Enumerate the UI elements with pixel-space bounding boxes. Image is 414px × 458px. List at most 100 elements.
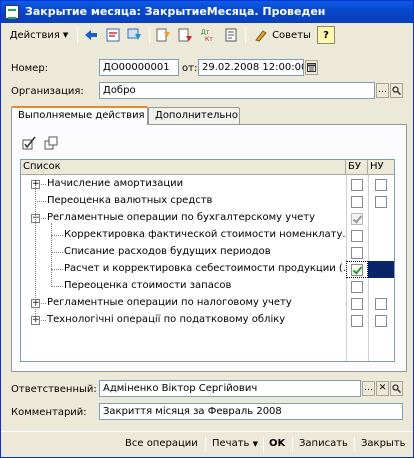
unpost-document-icon bbox=[178, 28, 192, 42]
bu-checkbox bbox=[351, 213, 363, 225]
tree-row-label: Регламентные операции по налоговому учет… bbox=[47, 297, 292, 308]
close-button[interactable]: Закрыть bbox=[361, 438, 406, 449]
tree-row[interactable]: Переоценка валютных средств bbox=[21, 193, 394, 210]
print-label: Печать bbox=[212, 438, 250, 449]
advice-label: Советы bbox=[272, 29, 311, 41]
bottom-separator bbox=[354, 437, 355, 452]
responsible-select-button[interactable]: … bbox=[362, 381, 375, 396]
debit-credit-button[interactable]: Дт Кт bbox=[197, 26, 219, 44]
bu-checkbox[interactable] bbox=[351, 281, 363, 293]
report-icon bbox=[225, 28, 237, 42]
organization-field[interactable]: Добро bbox=[99, 82, 375, 99]
organization-label: Организация: bbox=[11, 86, 84, 97]
responsible-label: Ответственный: bbox=[11, 384, 97, 395]
goto-parent-button[interactable] bbox=[81, 26, 101, 44]
tab-actions[interactable]: Выполняемые действия bbox=[11, 106, 148, 125]
help-button[interactable]: ? bbox=[317, 26, 335, 44]
tree-row[interactable]: + Технологічні операції по податковому об… bbox=[21, 312, 394, 329]
bu-checkbox[interactable] bbox=[351, 315, 363, 327]
actions-menu-button[interactable]: Действия ▼ bbox=[5, 26, 73, 44]
uncheck-all-icon bbox=[44, 136, 58, 150]
date-field[interactable]: 29.02.2008 12:00:00 bbox=[198, 59, 304, 76]
structure-button[interactable] bbox=[103, 26, 123, 44]
bottom-separator bbox=[292, 437, 293, 452]
tree-row[interactable]: Расчет и корректировка себестоимости про… bbox=[21, 261, 394, 278]
bu-checkbox[interactable] bbox=[351, 264, 363, 276]
organization-select-button[interactable]: … bbox=[376, 83, 389, 98]
responsible-open-button[interactable] bbox=[390, 381, 403, 396]
all-operations-button[interactable]: Все операции bbox=[125, 438, 198, 449]
refresh-button[interactable] bbox=[125, 26, 145, 44]
tree-cell: Расчет и корректировка себестоимости про… bbox=[21, 261, 346, 278]
ok-button[interactable]: OK bbox=[269, 438, 285, 449]
tab-additional[interactable]: Дополнительно bbox=[148, 107, 240, 124]
tree-row[interactable]: Корректировка фактической стоимости номе… bbox=[21, 227, 394, 244]
debit-credit-icon: ДтКт bbox=[201, 29, 213, 42]
tree-cell: Переоценка стоимости запасов bbox=[21, 278, 346, 295]
tree-row-label: Регламентные операции по бухгалтерскому … bbox=[47, 212, 316, 223]
bu-checkbox[interactable] bbox=[351, 230, 363, 242]
tree-cell: + Начисление амортизации bbox=[21, 176, 346, 193]
unpost-document-button[interactable] bbox=[175, 26, 195, 44]
post-document-icon bbox=[156, 28, 170, 42]
number-field[interactable]: ДО00000001 bbox=[99, 59, 179, 76]
tree-connector bbox=[35, 184, 36, 320]
bottom-bar: Все операции Печать ▼ OK Записать Закрыт… bbox=[1, 431, 413, 457]
advice-button[interactable]: Советы bbox=[249, 26, 315, 44]
structure-icon bbox=[106, 28, 120, 42]
tree-row-label: Списание расходов будущих периодов bbox=[64, 246, 271, 257]
nu-checkbox[interactable] bbox=[375, 179, 387, 191]
print-button[interactable]: Печать ▼ bbox=[212, 438, 258, 449]
column-header-list[interactable]: Список bbox=[21, 160, 346, 175]
column-header-bu[interactable]: БУ bbox=[346, 160, 368, 175]
magnifier-icon bbox=[392, 86, 401, 95]
tree-row[interactable]: Списание расходов будущих периодов bbox=[21, 244, 394, 261]
column-header-nu[interactable]: НУ bbox=[368, 160, 394, 175]
comment-field[interactable]: Закриття місяця за Февраль 2008 bbox=[99, 403, 403, 420]
responsible-field[interactable]: Адміненко Віктор Сергійович bbox=[99, 380, 361, 397]
tree-connector bbox=[41, 320, 46, 321]
bu-checkbox[interactable] bbox=[351, 179, 363, 191]
actions-tree-grid[interactable]: Список БУ НУ + Начисление амортизации Пере… bbox=[20, 159, 395, 362]
bu-checkbox[interactable] bbox=[351, 196, 363, 208]
post-document-button[interactable] bbox=[153, 26, 173, 44]
magnifier-icon bbox=[392, 384, 401, 393]
nu-checkbox[interactable] bbox=[375, 196, 387, 208]
chevron-down-icon: ▼ bbox=[252, 440, 259, 448]
tree-row-label: Переоценка стоимости запасов bbox=[64, 280, 232, 291]
tree-connector bbox=[41, 218, 46, 219]
organization-open-button[interactable] bbox=[390, 83, 403, 98]
bu-checkbox[interactable] bbox=[351, 247, 363, 259]
tree-row-label: Переоценка валютных средств bbox=[47, 195, 213, 206]
uncheck-all-button[interactable] bbox=[43, 134, 61, 152]
nu-checkbox[interactable] bbox=[375, 298, 387, 310]
bu-checkbox[interactable] bbox=[351, 298, 363, 310]
tree-row-label: Расчет и корректировка себестоимости про… bbox=[64, 263, 346, 274]
tree-row[interactable]: − Регламентные операции по бухгалтерскому… bbox=[21, 210, 394, 227]
nu-checkbox[interactable] bbox=[375, 315, 387, 327]
title-bar[interactable]: Закрытие месяца: ЗакрытиеМесяца. Проведе… bbox=[1, 1, 413, 23]
tree-row-label: Технологічні операції по податковому обл… bbox=[47, 314, 286, 325]
responsible-clear-button[interactable]: ✕ bbox=[376, 381, 389, 396]
calendar-button[interactable] bbox=[305, 60, 318, 75]
tree-row[interactable]: + Начисление амортизации bbox=[21, 176, 394, 193]
selected-cell bbox=[368, 261, 394, 278]
toolbar: Действия ▼ Дт Кт Советы ? bbox=[3, 24, 411, 46]
report-button[interactable] bbox=[221, 26, 241, 44]
tab-additional-label: Дополнительно bbox=[155, 110, 238, 121]
tree-row[interactable]: Переоценка стоимости запасов bbox=[21, 278, 394, 295]
tree-connector bbox=[51, 252, 63, 253]
toolbar-separator bbox=[77, 27, 78, 43]
tree-connector bbox=[51, 223, 52, 287]
calendar-icon bbox=[307, 63, 316, 72]
tree-row[interactable]: + Регламентные операции по налоговому уче… bbox=[21, 295, 394, 312]
tree-row-label: Корректировка фактической стоимости номе… bbox=[64, 229, 346, 240]
check-all-button[interactable] bbox=[21, 134, 39, 152]
tree-cell: Корректировка фактической стоимости номе… bbox=[21, 227, 346, 244]
refresh-icon bbox=[127, 28, 141, 40]
tree-connector bbox=[51, 286, 63, 287]
help-label: ? bbox=[323, 29, 329, 41]
window-title: Закрытие месяца: ЗакрытиеМесяца. Проведе… bbox=[25, 5, 326, 18]
save-button[interactable]: Записать bbox=[299, 438, 348, 449]
svg-text:Кт: Кт bbox=[205, 36, 213, 42]
